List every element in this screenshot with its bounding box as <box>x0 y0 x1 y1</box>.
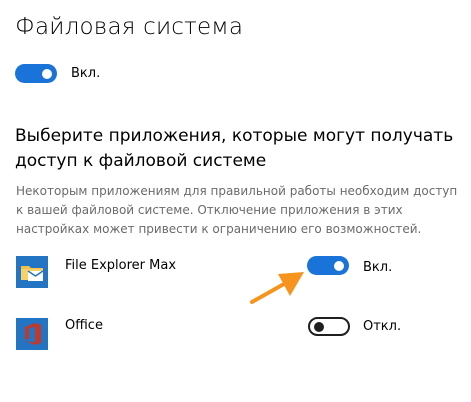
page-title: Файловая система <box>15 14 244 40</box>
app-name-office: Office <box>65 318 103 333</box>
office-toggle[interactable] <box>308 317 350 336</box>
file-explorer-max-toggle-label: Вкл. <box>363 260 393 275</box>
apps-section-heading: Выберите приложения, которые могут получ… <box>15 126 454 171</box>
app-name-file-explorer-max: File Explorer Max <box>65 258 177 273</box>
apps-section-description: Некоторым приложениям для правильной раб… <box>16 184 458 236</box>
toggle-knob <box>334 260 344 271</box>
toggle-knob <box>314 321 324 332</box>
file-explorer-max-toggle[interactable] <box>307 256 349 275</box>
file-system-access-toggle[interactable] <box>15 64 57 83</box>
annotation-arrow-icon <box>248 268 308 308</box>
toggle-knob <box>42 68 52 79</box>
office-icon <box>16 318 48 350</box>
file-system-access-toggle-label: Вкл. <box>71 66 101 81</box>
office-toggle-label: Откл. <box>363 319 402 334</box>
folder-mail-icon <box>16 256 48 288</box>
